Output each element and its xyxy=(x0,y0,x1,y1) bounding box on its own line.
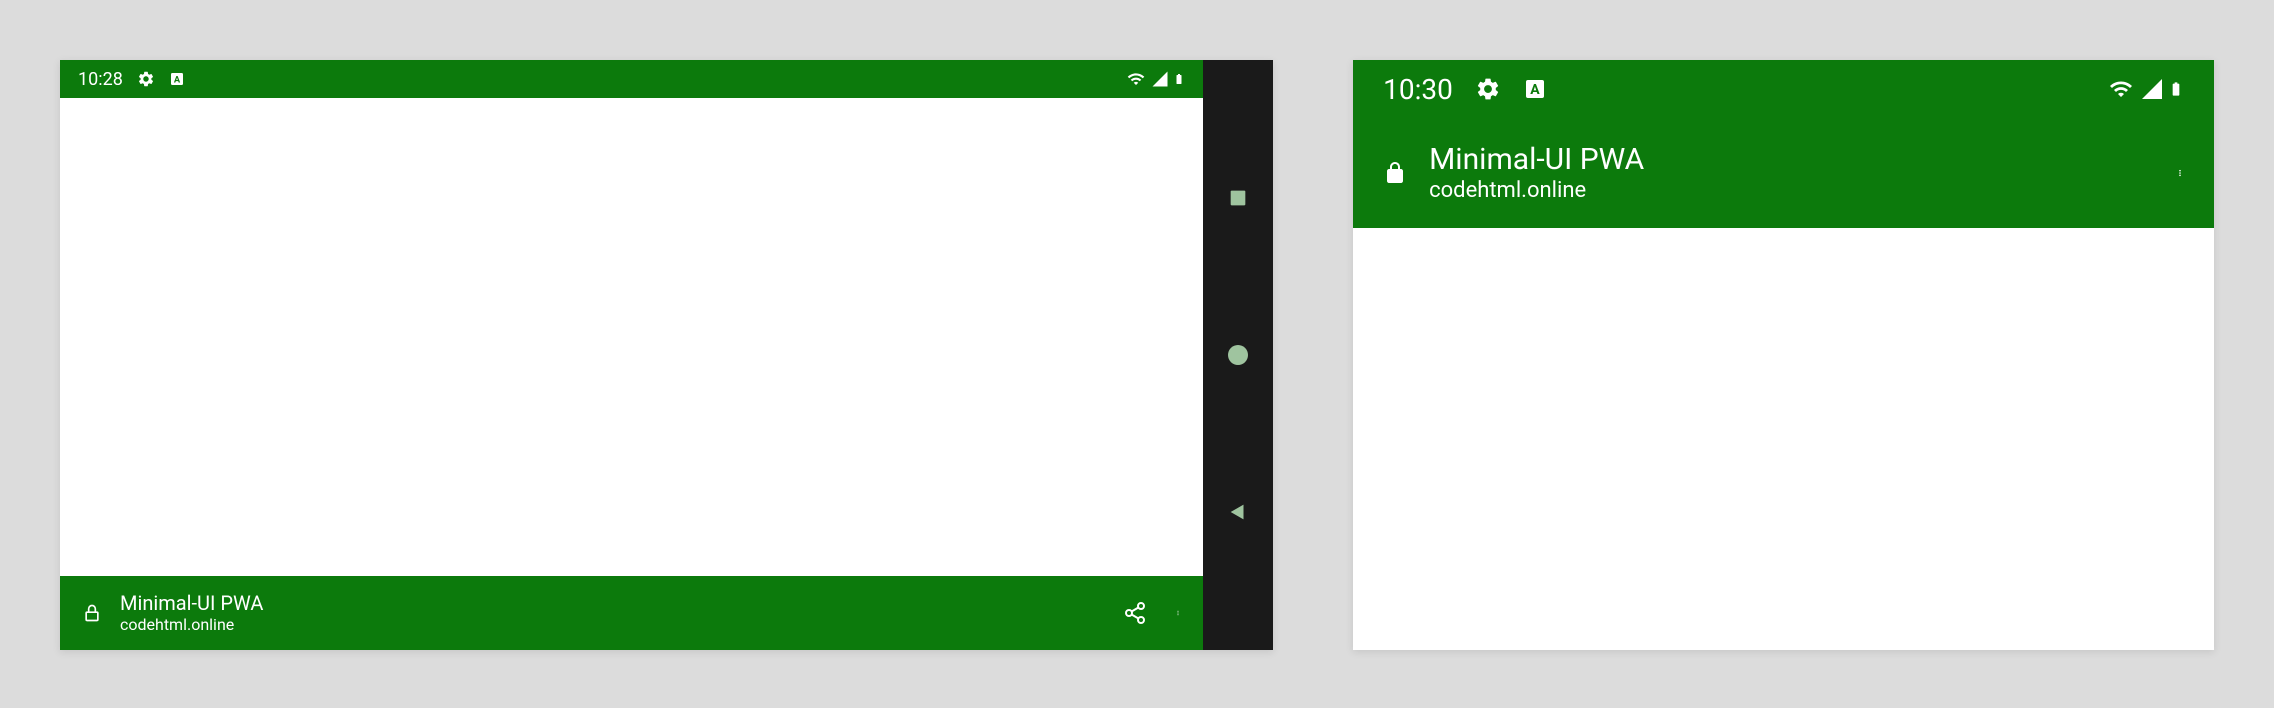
system-nav-bar xyxy=(1203,60,1273,650)
content-area xyxy=(1353,228,2214,650)
status-bar-right xyxy=(2106,75,2184,103)
app-bar-left: Minimal-UI PWA codehtml.online xyxy=(1383,142,1644,204)
app-title: Minimal-UI PWA xyxy=(1429,142,1644,178)
nav-home-icon[interactable] xyxy=(1226,343,1250,367)
status-bar-left: 10:28 A xyxy=(78,69,185,90)
gear-icon xyxy=(1475,76,1501,102)
notification-a-icon: A xyxy=(169,71,185,87)
gear-icon xyxy=(137,70,155,88)
app-bar-right xyxy=(2176,158,2184,188)
notification-a-icon: A xyxy=(1523,77,1547,101)
app-bar-left: Minimal-UI PWA codehtml.online xyxy=(82,591,263,634)
status-bar-right xyxy=(1125,69,1185,89)
lock-icon xyxy=(1383,158,1407,188)
app-url: codehtml.online xyxy=(120,615,263,634)
device-portrait-frame: 10:30 A Minimal-UI xyxy=(1353,60,2214,650)
svg-text:A: A xyxy=(174,74,181,85)
app-bar: Minimal-UI PWA codehtml.online xyxy=(60,576,1203,650)
status-bar: 10:28 A xyxy=(60,60,1203,98)
share-icon[interactable] xyxy=(1123,601,1147,625)
app-bar: Minimal-UI PWA codehtml.online xyxy=(1353,118,2214,228)
app-info: Minimal-UI PWA codehtml.online xyxy=(1429,142,1644,204)
app-info: Minimal-UI PWA codehtml.online xyxy=(120,591,263,634)
status-time: 10:28 xyxy=(78,69,123,90)
nav-back-icon[interactable] xyxy=(1227,501,1249,523)
status-bar: 10:30 A xyxy=(1353,60,2214,118)
lock-icon xyxy=(82,601,102,625)
svg-text:A: A xyxy=(1530,82,1540,98)
app-title: Minimal-UI PWA xyxy=(120,591,263,615)
battery-icon xyxy=(2168,75,2184,103)
content-area xyxy=(60,98,1203,576)
wifi-icon xyxy=(1125,70,1147,88)
app-bar-right xyxy=(1123,601,1181,625)
device-landscape-frame: 10:28 A xyxy=(60,60,1273,650)
status-time: 10:30 xyxy=(1383,73,1453,106)
landscape-main-column: 10:28 A xyxy=(60,60,1203,650)
status-bar-left: 10:30 A xyxy=(1383,73,1547,106)
more-vert-icon[interactable] xyxy=(2176,158,2184,188)
cellular-signal-icon xyxy=(1151,70,1169,88)
battery-icon xyxy=(1173,69,1185,89)
cellular-signal-icon xyxy=(2140,77,2164,101)
more-vert-icon[interactable] xyxy=(1175,601,1181,625)
wifi-icon xyxy=(2106,77,2136,101)
nav-overview-icon[interactable] xyxy=(1227,187,1249,209)
app-url: codehtml.online xyxy=(1429,178,1644,204)
